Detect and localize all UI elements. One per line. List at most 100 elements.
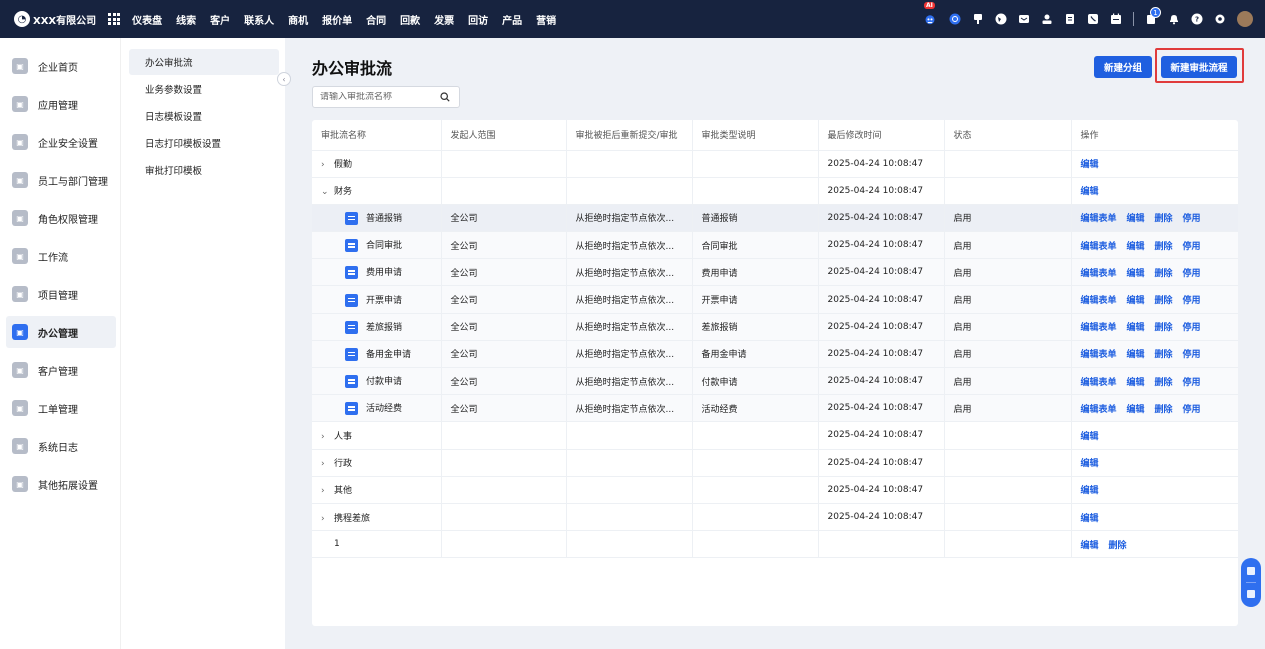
action-link[interactable]: 编辑 (1081, 486, 1099, 496)
table-row[interactable]: 普通报销 全公司 从拒绝时指定节点依次... 普通报销 2025-04-24 10:08… (312, 204, 1238, 233)
table-row[interactable]: 合同审批 全公司 从拒绝时指定节点依次... 合同审批 2025-04-24 10:08… (312, 231, 1238, 260)
action-link[interactable]: 编辑表单 (1081, 378, 1117, 388)
group-row[interactable]: › 人事 2025-04-24 10:08:47 编辑 (312, 421, 1238, 450)
app-grid-icon[interactable] (108, 13, 121, 25)
group-row[interactable]: › 携程差旅 2025-04-24 10:08:47 编辑 (312, 503, 1238, 532)
action-link[interactable]: 编辑 (1127, 378, 1145, 388)
nav-item[interactable]: 营销 (536, 12, 556, 27)
sidebar-item[interactable]: ▣ 企业安全设置 (6, 126, 116, 158)
sidebar-item[interactable]: ▣ 员工与部门管理 (6, 164, 116, 196)
nav-item[interactable]: 客户 (210, 12, 230, 27)
sidebar-item[interactable]: ▣ 客户管理 (6, 354, 116, 386)
action-link[interactable]: 编辑表单 (1081, 350, 1117, 360)
action-link[interactable]: 停用 (1183, 214, 1201, 224)
action-link[interactable]: 编辑 (1127, 296, 1145, 306)
action-link[interactable]: 编辑 (1081, 514, 1099, 524)
action-link[interactable]: 编辑表单 (1081, 323, 1117, 333)
help-icon[interactable]: ? (1191, 13, 1203, 25)
action-link[interactable]: 编辑表单 (1081, 214, 1117, 224)
action-link[interactable]: 编辑 (1127, 242, 1145, 252)
action-link[interactable]: 停用 (1183, 242, 1201, 252)
action-link[interactable]: 编辑 (1081, 541, 1099, 551)
search-input[interactable] (320, 92, 440, 102)
new-group-button[interactable]: 新建分组 (1094, 56, 1152, 78)
expand-down-icon[interactable]: ⌄ (321, 187, 331, 197)
action-link[interactable]: 编辑 (1081, 432, 1099, 442)
action-link[interactable]: 编辑 (1081, 187, 1099, 197)
floating-help-tab[interactable] (1241, 558, 1261, 607)
sidebar-item[interactable]: ▣ 角色权限管理 (6, 202, 116, 234)
action-link[interactable]: 停用 (1183, 405, 1201, 415)
nav-item[interactable]: 回款 (400, 12, 420, 27)
calendar-icon[interactable] (1110, 13, 1122, 25)
group-row[interactable]: › 行政 2025-04-24 10:08:47 编辑 (312, 449, 1238, 477)
submenu-item[interactable]: 业务参数设置 (129, 76, 279, 102)
settings-icon[interactable] (1214, 13, 1226, 25)
sidebar-item[interactable]: ▣ 其他拓展设置 (6, 468, 116, 500)
action-link[interactable]: 编辑 (1127, 323, 1145, 333)
table-row[interactable]: 备用金申请 全公司 从拒绝时指定节点依次... 备用金申请 2025-04-24 10:… (312, 340, 1238, 369)
nav-item[interactable]: 商机 (288, 12, 308, 27)
table-row[interactable]: 付款申请 全公司 从拒绝时指定节点依次... 付款申请 2025-04-24 10:08… (312, 367, 1238, 396)
table-row[interactable]: 差旅报销 全公司 从拒绝时指定节点依次... 差旅报销 2025-04-24 10:08… (312, 313, 1238, 341)
nav-item[interactable]: 回访 (468, 12, 488, 27)
table-row[interactable]: 活动经费 全公司 从拒绝时指定节点依次... 活动经费 2025-04-24 10:08… (312, 394, 1238, 423)
action-link[interactable]: 编辑表单 (1081, 296, 1117, 306)
mail-icon[interactable] (1018, 13, 1030, 25)
sidebar-item[interactable]: ▣ 应用管理 (6, 88, 116, 120)
globe-icon[interactable] (995, 13, 1007, 25)
action-link[interactable]: 删除 (1155, 296, 1173, 306)
action-link[interactable]: 编辑 (1127, 214, 1145, 224)
ai-robot-icon[interactable]: AI (922, 2, 938, 27)
submenu-item[interactable]: 审批打印模板 (129, 157, 279, 183)
action-link[interactable]: 停用 (1183, 323, 1201, 333)
action-link[interactable]: 编辑 (1127, 350, 1145, 360)
bell-icon[interactable] (1168, 13, 1180, 25)
action-link[interactable]: 编辑 (1081, 459, 1099, 469)
action-link[interactable]: 编辑 (1081, 160, 1099, 170)
phone-icon[interactable] (1087, 13, 1099, 25)
expand-right-icon[interactable]: › (321, 160, 331, 170)
action-link[interactable]: 删除 (1155, 269, 1173, 279)
doc-icon[interactable] (1064, 13, 1076, 25)
nav-item[interactable]: 合同 (366, 12, 386, 27)
group-row[interactable]: ⌄ 财务 2025-04-24 10:08:47 编辑 (312, 177, 1238, 205)
action-link[interactable]: 停用 (1183, 378, 1201, 388)
action-link[interactable]: 删除 (1155, 378, 1173, 388)
sidebar-item[interactable]: ▣ 工单管理 (6, 392, 116, 424)
action-link[interactable]: 删除 (1155, 242, 1173, 252)
action-link[interactable]: 停用 (1183, 350, 1201, 360)
chat-icon[interactable] (949, 13, 961, 25)
action-link[interactable]: 编辑表单 (1081, 269, 1117, 279)
nav-item[interactable]: 产品 (502, 12, 522, 27)
sidebar-item[interactable]: ▣ 办公管理 (6, 316, 116, 348)
nav-item[interactable]: 联系人 (244, 12, 274, 27)
nav-item[interactable]: 发票 (434, 12, 454, 27)
expand-right-icon[interactable]: › (321, 459, 331, 469)
action-link[interactable]: 删除 (1155, 214, 1173, 224)
action-link[interactable]: 删除 (1155, 350, 1173, 360)
action-link[interactable]: 删除 (1155, 323, 1173, 333)
brand-logo[interactable]: ◔ XXX有限公司 (14, 11, 96, 27)
nav-item[interactable]: 线索 (176, 12, 196, 27)
submenu-item[interactable]: 日志打印模板设置 (129, 130, 279, 156)
search-icon[interactable] (440, 92, 450, 102)
sidebar-item[interactable]: ▣ 项目管理 (6, 278, 116, 310)
expand-right-icon[interactable]: › (321, 486, 331, 496)
notification-icon[interactable]: 1 (1145, 7, 1161, 25)
table-row[interactable]: 开票申请 全公司 从拒绝时指定节点依次... 开票申请 2025-04-24 10:08… (312, 285, 1238, 314)
sidebar-item[interactable]: ▣ 系统日志 (6, 430, 116, 462)
expand-right-icon[interactable]: › (321, 432, 331, 442)
action-link[interactable]: 编辑 (1127, 405, 1145, 415)
action-link[interactable]: 删除 (1155, 405, 1173, 415)
collapse-submenu-button[interactable]: ‹ (277, 72, 291, 86)
submenu-item[interactable]: 日志模板设置 (129, 103, 279, 129)
action-link[interactable]: 编辑表单 (1081, 242, 1117, 252)
group-row[interactable]: › 其他 2025-04-24 10:08:47 编辑 (312, 476, 1238, 504)
nav-item[interactable]: 仪表盘 (132, 12, 162, 27)
user-avatar[interactable] (1237, 11, 1253, 27)
sidebar-item[interactable]: ▣ 企业首页 (6, 50, 116, 82)
table-row[interactable]: 费用申请 全公司 从拒绝时指定节点依次... 费用申请 2025-04-24 10:08… (312, 258, 1238, 287)
submenu-item[interactable]: 办公审批流 (129, 49, 279, 75)
pin-icon[interactable] (972, 13, 984, 25)
